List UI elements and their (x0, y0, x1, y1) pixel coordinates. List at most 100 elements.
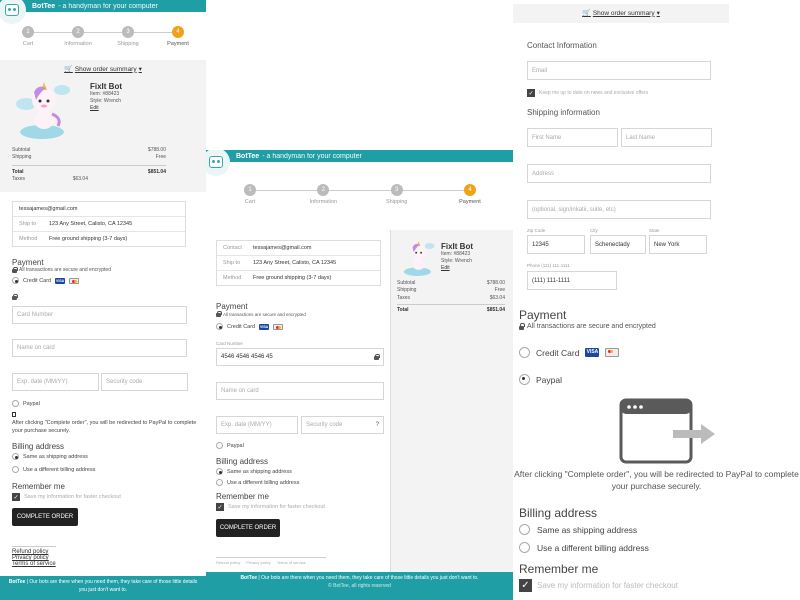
step-information[interactable]: 2 Information (58, 26, 98, 47)
address-input[interactable]: Address (527, 164, 711, 183)
last-name-input[interactable]: Last Name (621, 128, 712, 147)
step-information[interactable]: 2 Information (303, 184, 343, 205)
paypal-radio[interactable]: Paypal (12, 400, 40, 407)
policy-links: Refund policy Privacy policy Terms of serv… (216, 557, 326, 565)
different-address-radio[interactable]: Use a different billing address (519, 542, 649, 553)
product-item: Item: #88423 (90, 91, 120, 97)
zip-input[interactable]: 12345 (527, 235, 585, 254)
edit-link[interactable]: Edit (90, 105, 122, 112)
security-code-input[interactable]: Security code? (301, 416, 384, 434)
remember-section: Remember me ✓ Save my information for fas… (12, 482, 121, 501)
logo[interactable] (0, 0, 26, 24)
save-info-checkbox[interactable]: ✓ Save my information for faster checkout (519, 579, 678, 592)
browser-redirect-icon (619, 398, 715, 464)
remember-section: Remember me ✓ Save my information for fas… (216, 492, 325, 511)
save-info-checkbox[interactable]: ✓ Save my information for faster checkout (12, 493, 121, 501)
order-info-box: Contact tessajames@gmail.com Ship to 123 A… (216, 240, 381, 286)
payment-section: Payment All transactions are secure and … (12, 258, 111, 305)
totals: Subtotal $788.00 Shipping Free Total $851.0… (12, 147, 166, 182)
step-cart[interactable]: 1 Cart (230, 184, 270, 205)
exp-date-input[interactable]: Exp. date (MM/YY) (12, 373, 99, 391)
payment-title: Payment (12, 258, 44, 267)
complete-order-button[interactable]: COMPLETE ORDER (12, 508, 78, 526)
complete-order-button[interactable]: COMPLETE ORDER (216, 519, 280, 537)
different-address-radio[interactable]: Use a different billing address (12, 466, 95, 473)
logo[interactable] (206, 150, 230, 176)
remember-title: Remember me (12, 482, 65, 491)
help-icon: ? (375, 422, 379, 428)
different-address-radio[interactable]: Use a different billing address (216, 479, 299, 486)
show-order-summary-link[interactable]: 🛒 Show order summary ▾ (0, 65, 206, 74)
exp-date-input[interactable]: Exp. date (MM/YY) (216, 416, 298, 434)
phone-input[interactable]: (111) 111-1111 (527, 271, 617, 290)
credit-card-radio[interactable]: Credit Card VISA (519, 347, 620, 358)
first-name-input[interactable]: First Name (527, 128, 618, 147)
lock-icon (12, 266, 18, 273)
same-address-radio[interactable]: Same as shipping address (12, 453, 95, 460)
step-payment[interactable]: 4 Payment (158, 26, 198, 47)
product-name: FixIt Bot (90, 82, 122, 91)
policy-links: Refund policy Privacy policy Terms of se… (12, 546, 56, 567)
mobile-checkout-panel: BotTee - a handyman for your computer 1C… (0, 0, 206, 600)
mastercard-icon (69, 277, 80, 284)
visa-icon: VISA (585, 348, 600, 357)
name-on-card-input[interactable]: Name on card (12, 339, 187, 357)
step-payment[interactable]: 4 Payment (450, 184, 490, 205)
show-order-summary-link[interactable]: 🛒 Show order summary ▾ (513, 9, 729, 18)
cart-icon: 🛒 (64, 66, 73, 73)
cart-icon: 🛒 (582, 10, 591, 17)
progress-steps: 1 Cart 2 Information 3 Shipping 4 Payment (230, 184, 490, 205)
payment-section: Payment All transactions are secure and … (519, 308, 656, 330)
paypal-radio[interactable]: Paypal (216, 442, 244, 449)
security-code-input[interactable]: Security code (101, 373, 188, 391)
visa-icon: VISA (259, 323, 270, 330)
billing-section: Billing address Same as shipping address… (216, 457, 300, 486)
browser-icon (12, 412, 16, 417)
email-input[interactable]: Email (527, 61, 711, 80)
product-details: FixIt Bot Item: #88423 Style: Wrench Edi… (441, 242, 473, 271)
apartment-input[interactable]: (optional, sign/inkatii, suite, etc) (527, 200, 711, 219)
order-summary-bar: 🛒 Show order summary ▾ (513, 4, 729, 23)
order-info-box: tessajames@gmail.com Ship to 123 Any Stre… (12, 201, 186, 247)
step-cart[interactable]: 1 Cart (8, 26, 48, 47)
name-on-card-input[interactable]: Name on card (216, 382, 384, 400)
newsletter-checkbox[interactable]: ✓ Keep me up to date on news and exclusiv… (527, 89, 648, 97)
same-address-radio[interactable]: Same as shipping address (216, 468, 299, 475)
order-summary: FixIt Bot Item: #88423 Style: Wrench Edi… (390, 230, 513, 572)
paypal-redirect-note: After clicking "Complete order", you wil… (514, 469, 799, 491)
totals: Subtotal $788.00 Shipping Free Taxes $63.04… (397, 280, 505, 313)
product-style: Style: Wrench (90, 97, 122, 104)
card-number-input[interactable]: Card Number (12, 306, 187, 324)
credit-card-radio[interactable]: Credit Card VISA (12, 277, 111, 284)
tablet-checkout-panel: BotTee - a handyman for your computer 1C… (206, 150, 513, 600)
unicorn-product-image (403, 241, 435, 276)
footer: BotTee | Our bots are there when you nee… (206, 572, 513, 600)
state-input[interactable]: New York (649, 235, 707, 254)
step-shipping[interactable]: 3 Shipping (108, 26, 148, 47)
order-summary: 🛒 Show order summary ▾ FixIt Bot Item: #88… (0, 60, 206, 192)
brand-name: BotTee (32, 2, 56, 10)
top-bar: BotTee - a handyman for your computer (206, 150, 513, 162)
brand-tagline: - a handyman for your computer (58, 2, 158, 10)
mastercard-icon (605, 348, 620, 357)
step-shipping[interactable]: 3 Shipping (377, 184, 417, 205)
unicorn-product-image (16, 82, 70, 139)
progress-steps: 1 Cart 2 Information 3 Shipping 4 Payment (8, 26, 198, 47)
chevron-down-icon: ▾ (138, 66, 142, 73)
save-info-checkbox[interactable]: ✓ Save my information for faster checkout (216, 503, 325, 511)
lock-icon (216, 310, 222, 317)
city-input[interactable]: Schenectady (590, 235, 646, 254)
billing-section: Billing address Same as shipping address… (12, 442, 95, 473)
same-address-radio[interactable]: Same as shipping address (519, 524, 649, 535)
credit-card-radio[interactable]: Credit Card VISA (216, 323, 306, 330)
lock-icon (374, 353, 380, 360)
lock-icon (519, 323, 525, 330)
billing-section: Billing address Same as shipping address… (519, 506, 649, 553)
paypal-redirect-note: After clicking "Complete order", you wil… (12, 420, 197, 434)
checkout-form: Contact tessajames@gmail.com Ship to 123 A… (206, 230, 390, 575)
chevron-down-icon: ▾ (656, 10, 660, 17)
card-number-input[interactable]: 4546 4546 4546 45 (216, 348, 384, 366)
paypal-radio[interactable]: Paypal (519, 374, 562, 385)
robot-icon (5, 4, 19, 16)
terms-link[interactable]: Terms of service (12, 561, 56, 567)
